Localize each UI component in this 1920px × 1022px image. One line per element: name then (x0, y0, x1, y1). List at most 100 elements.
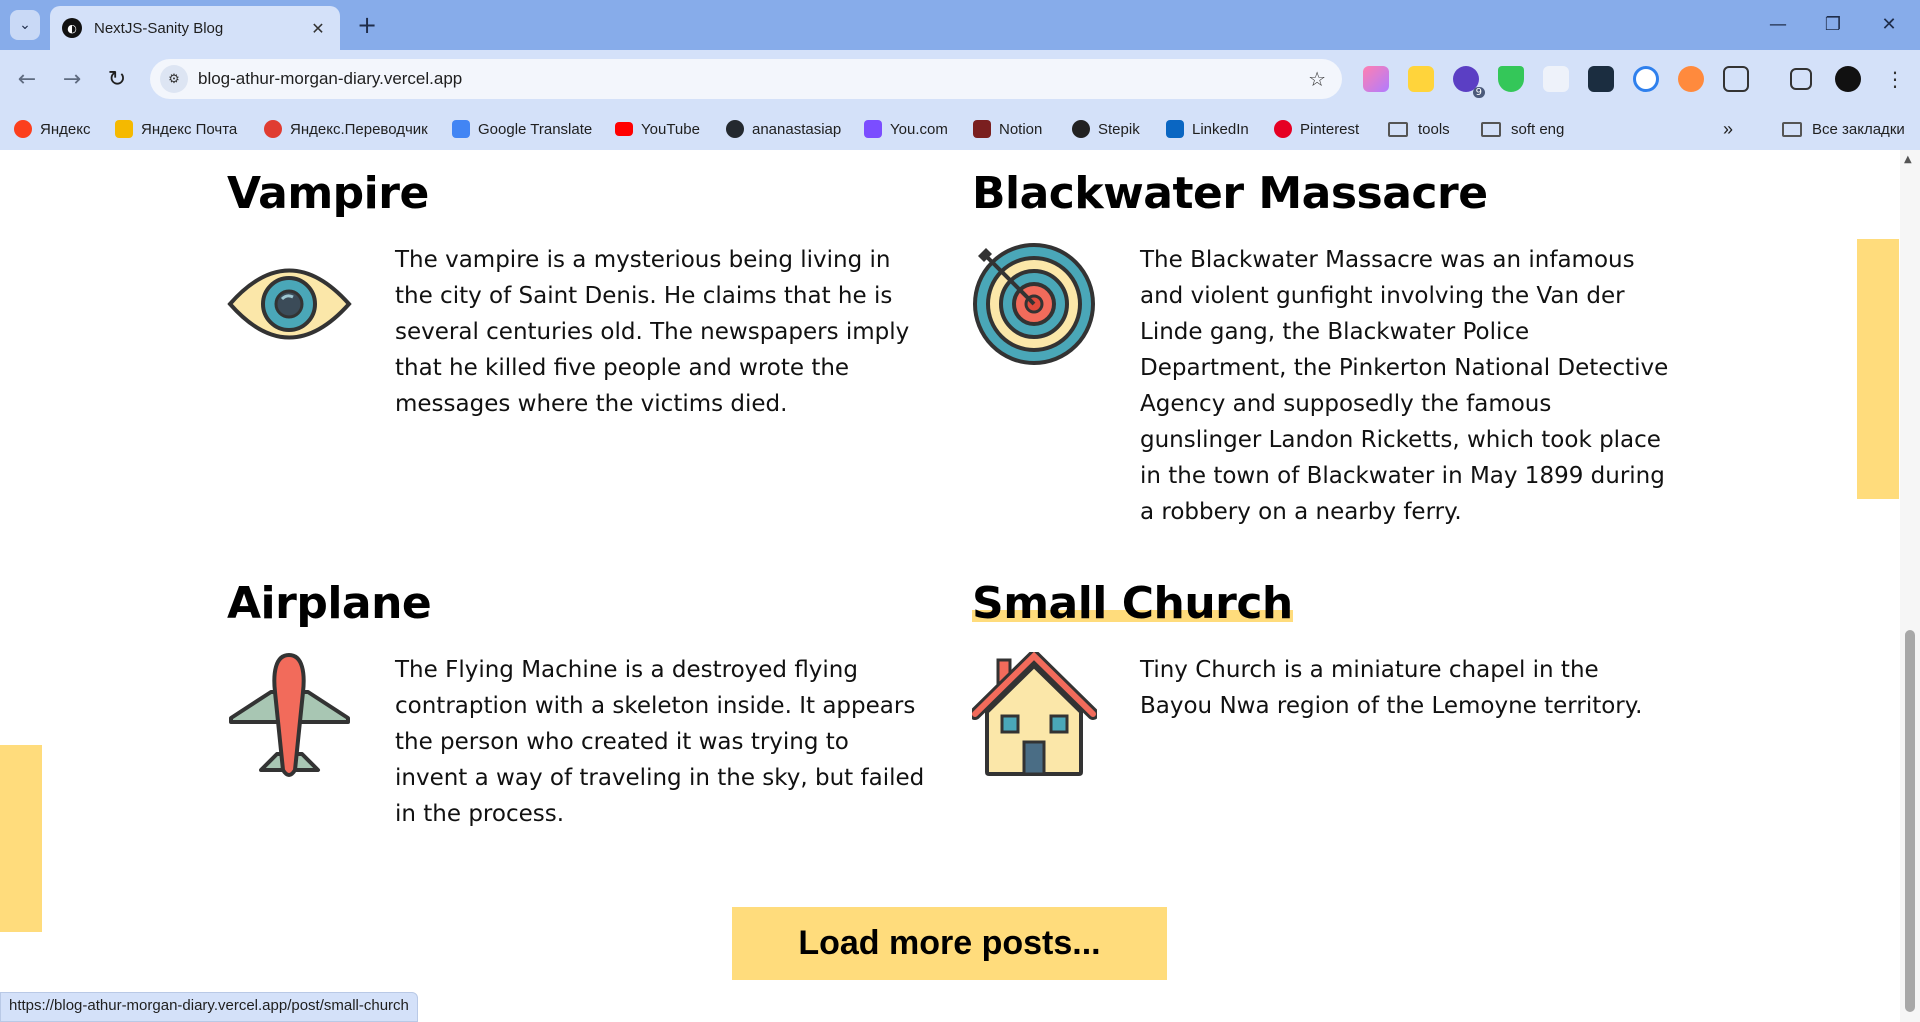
back-button[interactable]: ← (12, 64, 42, 94)
house-icon (972, 652, 1097, 777)
all-bookmarks-label: Все закладки (1812, 120, 1905, 138)
decorative-yellow-bar-left (0, 745, 42, 932)
extensions-puzzle-icon[interactable] (1723, 66, 1749, 92)
google-translate-icon (452, 120, 470, 138)
tab-title: NextJS-Sanity Blog (94, 19, 224, 37)
mail-icon (115, 120, 133, 138)
folder-icon (1481, 121, 1501, 137)
status-bar-link-preview: https://blog-athur-morgan-diary.vercel.a… (0, 992, 418, 1022)
forward-button[interactable]: → (57, 64, 87, 94)
bookmark-stepik[interactable]: Stepik (1072, 116, 1140, 142)
bookmark-folder-tools[interactable]: tools (1388, 116, 1450, 142)
notion-icon (973, 120, 991, 138)
post-title[interactable]: Vampire (227, 169, 429, 218)
bookmark-you[interactable]: You.com (864, 116, 948, 142)
bookmark-label: Pinterest (1300, 120, 1360, 138)
bookmark-label: Яндекс Почта (141, 120, 238, 138)
you-icon (864, 120, 882, 138)
bookmark-github[interactable]: ananastasiap (726, 116, 841, 142)
post-title[interactable]: Blackwater Massacre (972, 169, 1488, 218)
github-icon (726, 120, 744, 138)
scroll-up-arrow-icon[interactable]: ▲ (1904, 154, 1912, 165)
all-bookmarks-button[interactable]: Все закладки (1782, 116, 1905, 142)
url-text[interactable]: blog-athur-morgan-diary.vercel.app (198, 69, 1308, 89)
folder-icon (1782, 121, 1802, 137)
bookmark-label: ananastasiap (752, 120, 842, 138)
extension-hat-icon[interactable]: 9 (1453, 66, 1485, 98)
bookmark-yandex-translate[interactable]: Яндекс.Переводчик (264, 116, 428, 142)
post-card-small-church[interactable]: Small Church Tiny Church is a miniature … (972, 579, 1672, 777)
minimize-button[interactable]: — (1755, 8, 1801, 40)
post-excerpt: The Blackwater Massacre was an infamous … (1140, 247, 1669, 526)
bookmark-pinterest[interactable]: Pinterest (1274, 116, 1359, 142)
extension-chart-icon[interactable] (1408, 66, 1434, 92)
decorative-yellow-bar-right (1857, 239, 1899, 499)
bookmark-linkedin[interactable]: LinkedIn (1166, 116, 1249, 142)
close-icon[interactable]: ✕ (308, 19, 328, 38)
new-tab-button[interactable]: + (352, 10, 382, 40)
bookmark-notion[interactable]: Notion (973, 116, 1042, 142)
translate-icon (264, 120, 282, 138)
extension-pen-icon[interactable] (1543, 66, 1569, 92)
bookmark-label: soft eng (1511, 120, 1565, 138)
chevron-double-right-icon: » (1723, 118, 1734, 139)
restore-button[interactable]: ❐ (1810, 8, 1856, 40)
post-title[interactable]: Small Church (972, 579, 1293, 629)
site-info-icon[interactable]: ⚙ (160, 65, 188, 93)
profile-avatar[interactable] (1835, 66, 1861, 92)
window-close-button[interactable]: ✕ (1866, 8, 1912, 40)
eye-icon (227, 269, 352, 340)
browser-toolbar: ← → ↻ ⚙ blog-athur-morgan-diary.vercel.a… (0, 50, 1920, 108)
post-excerpt: The vampire is a mysterious being living… (395, 247, 910, 418)
extension-sync-icon[interactable] (1633, 66, 1659, 92)
tab-search-button[interactable]: ⌄ (10, 10, 40, 40)
post-card-vampire[interactable]: Vampire The vampire is a mysterious bein… (227, 169, 927, 422)
bookmarks-overflow-button[interactable]: » (1723, 116, 1733, 142)
extension-badge: 9 (1472, 87, 1485, 98)
bookmark-folder-soft-eng[interactable]: soft eng (1481, 116, 1564, 142)
bookmark-label: Stepik (1098, 120, 1140, 138)
bookmark-label: LinkedIn (1192, 120, 1249, 138)
airplane-icon (229, 653, 350, 778)
tab-active[interactable]: ◐ NextJS-Sanity Blog ✕ (50, 6, 340, 50)
scrollbar-thumb[interactable] (1905, 630, 1915, 1012)
bookmark-label: YouTube (641, 120, 700, 138)
reload-button[interactable]: ↻ (102, 64, 132, 94)
bookmark-youtube[interactable]: YouTube (615, 116, 700, 142)
extension-gradient-icon[interactable] (1363, 66, 1389, 92)
yandex-icon (14, 120, 32, 138)
post-card-airplane[interactable]: Airplane The Flying Machine is a destroy… (227, 579, 927, 832)
post-excerpt: The Flying Machine is a destroyed flying… (395, 657, 925, 828)
linkedin-icon (1166, 120, 1184, 138)
page-scrollbar[interactable]: ▲ (1900, 150, 1920, 1022)
bookmark-google-translate[interactable]: Google Translate (452, 116, 592, 142)
bookmark-star-icon[interactable]: ☆ (1308, 67, 1326, 91)
extension-shield-icon[interactable] (1498, 66, 1524, 92)
chevron-down-icon: ⌄ (19, 17, 31, 33)
site-favicon-icon: ◐ (62, 18, 82, 38)
post-title[interactable]: Airplane (227, 579, 432, 628)
address-bar[interactable]: ⚙ blog-athur-morgan-diary.vercel.app ☆ (150, 59, 1342, 99)
bookmark-yandex[interactable]: Яндекс (14, 116, 90, 142)
tab-strip: ⌄ ◐ NextJS-Sanity Blog ✕ + — ❐ ✕ (0, 0, 1920, 50)
menu-dots-icon[interactable]: ⋮ (1880, 64, 1910, 94)
bookmark-label: Google Translate (478, 120, 593, 138)
target-icon (973, 243, 1095, 366)
post-card-blackwater-massacre[interactable]: Blackwater Massacre The Blackwater Massa… (972, 169, 1672, 530)
pinterest-icon (1274, 120, 1292, 138)
bookmark-label: Notion (999, 120, 1043, 138)
folder-icon (1388, 121, 1408, 137)
bookmark-label: You.com (890, 120, 948, 138)
bookmarks-bar: Яндекс Яндекс Почта Яндекс.Переводчик Go… (0, 108, 1920, 150)
stepik-icon (1072, 120, 1090, 138)
bookmark-label: tools (1418, 120, 1450, 138)
bookmark-label: Яндекс (40, 120, 91, 138)
post-excerpt: Tiny Church is a miniature chapel in the… (1140, 657, 1643, 720)
extension-react-icon[interactable] (1588, 66, 1614, 92)
bookmark-yandex-mail[interactable]: Яндекс Почта (115, 116, 237, 142)
bookmark-label: Яндекс.Переводчик (290, 120, 428, 138)
page-content: Vampire The vampire is a mysterious bein… (0, 150, 1920, 1022)
side-panel-icon[interactable] (1790, 68, 1812, 90)
extension-fox-icon[interactable] (1678, 66, 1704, 92)
load-more-button[interactable]: Load more posts... (732, 907, 1167, 980)
